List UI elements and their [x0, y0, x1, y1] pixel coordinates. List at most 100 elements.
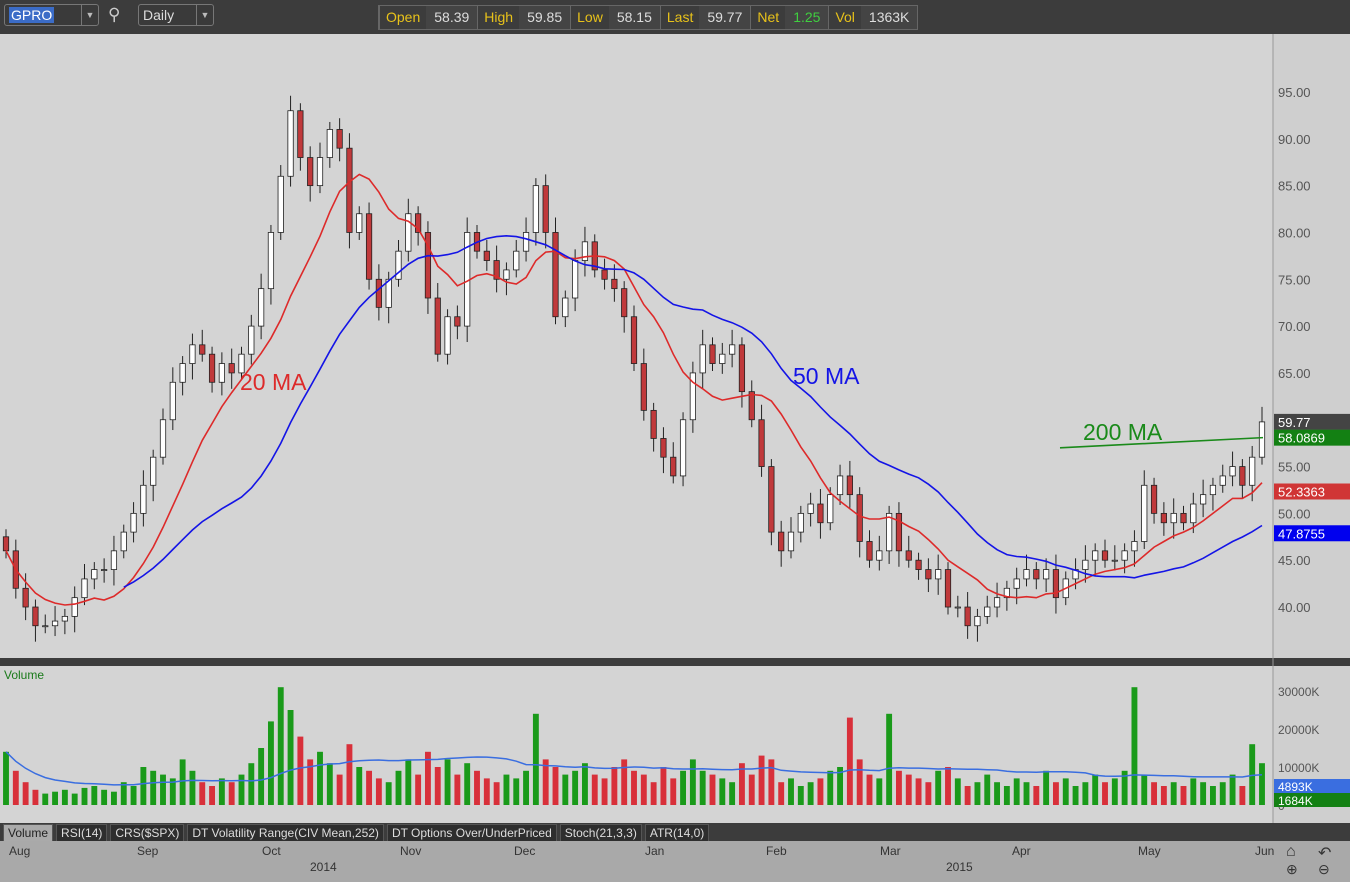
volume-bar — [110, 791, 117, 805]
x-tick-label: Nov — [400, 844, 422, 858]
volume-bar — [356, 767, 363, 805]
volume-bar — [562, 774, 569, 805]
tab-indicator[interactable]: RSI(14) — [56, 824, 108, 842]
y-tick-label: 55.00 — [1278, 460, 1311, 475]
volume-bar — [454, 774, 461, 805]
candle-body — [562, 297, 569, 318]
volume-bar — [1102, 782, 1108, 805]
candle-body — [993, 597, 1001, 608]
volume-bar — [807, 782, 814, 805]
quote-label-high: High — [477, 6, 519, 29]
volume-badge-text: 1684K — [1278, 794, 1313, 808]
candle-body — [660, 438, 667, 458]
volume-bar — [768, 759, 775, 805]
candle-body — [150, 456, 157, 486]
candle-body — [709, 344, 716, 364]
tab-indicator[interactable]: Stoch(21,3,3) — [559, 824, 642, 842]
tab-indicator[interactable]: DT Volatility Range(CIV Mean,252) — [187, 824, 384, 842]
candle-body — [640, 363, 647, 411]
quote-value-open: 58.39 — [426, 6, 478, 29]
zoom-in-icon[interactable]: ⊕ — [1286, 861, 1298, 878]
volume-bar — [591, 774, 598, 805]
y-tick-label: 45.00 — [1278, 553, 1311, 568]
candle-body — [91, 569, 98, 580]
volume-tick-label: 10000K — [1278, 761, 1319, 775]
volume-bar — [670, 778, 677, 805]
volume-bar — [179, 759, 186, 805]
volume-bar — [277, 687, 284, 805]
candle-body — [110, 550, 118, 570]
candle-body — [169, 381, 176, 421]
candle-body — [797, 512, 804, 533]
candle-body — [944, 569, 952, 608]
volume-bar — [228, 782, 235, 805]
volume-bar — [1023, 782, 1030, 805]
home-icon[interactable]: ⌂ — [1286, 843, 1296, 861]
chevron-down-icon[interactable]: ▼ — [81, 5, 98, 25]
undo-icon[interactable]: ↶ — [1318, 843, 1331, 863]
candle — [365, 202, 373, 290]
candle-body — [1150, 484, 1158, 514]
volume-bar — [1062, 778, 1069, 805]
x-axis: ⌂ ↶ ⊕ ⊖ Aug Sep Oct Nov Dec Jan Feb Mar Apr May Ju… — [0, 841, 1350, 882]
chevron-down-icon[interactable]: ▼ — [196, 5, 213, 25]
candle-body — [130, 512, 137, 533]
volume-bar — [1209, 786, 1216, 805]
volume-bar — [71, 793, 78, 805]
volume-bar — [817, 778, 824, 805]
volume-bar — [297, 736, 304, 805]
candle-body — [748, 391, 755, 421]
volume-bar — [994, 782, 1001, 805]
volume-bar — [601, 778, 608, 805]
candle-body — [179, 363, 186, 383]
search-icon[interactable]: ⚲ — [108, 5, 120, 25]
tab-indicator[interactable]: DT Options Over/UnderPriced — [386, 824, 557, 842]
volume-bar — [905, 774, 912, 805]
volume-bar — [503, 774, 510, 805]
volume-bar — [336, 774, 343, 805]
volume-bar — [935, 770, 942, 805]
indicator-tabs: Volume RSI(14) CRS($SPX) DT Volatility Rang… — [0, 823, 1283, 842]
candle-body — [2, 536, 10, 552]
volume-bar — [895, 770, 902, 805]
x-tick-label: Dec — [514, 844, 536, 858]
candle-body — [935, 569, 942, 580]
candle-body — [287, 110, 294, 177]
volume-bar — [248, 763, 255, 805]
candle-body — [199, 344, 206, 355]
candle-body — [405, 213, 412, 252]
volume-badge-text: 4893K — [1278, 780, 1313, 794]
volume-bar — [1239, 786, 1246, 805]
volume-bar — [621, 759, 628, 805]
volume-bar — [680, 770, 687, 805]
candle-body — [1101, 550, 1109, 561]
candle-body — [925, 569, 932, 580]
volume-bar — [140, 767, 147, 805]
zoom-out-icon[interactable]: ⊖ — [1318, 861, 1330, 878]
symbol-select[interactable]: GPRO ▼ — [4, 4, 99, 26]
x-tick-label: Jan — [645, 844, 665, 858]
candle-body — [572, 260, 579, 299]
volume-bar — [1219, 782, 1226, 805]
candle-body — [699, 344, 706, 374]
quote-bar: Open 58.39 High 59.85 Low 58.15 Last 59.77 Net 1.… — [378, 5, 919, 30]
quote-value-high: 59.85 — [519, 6, 571, 29]
candle-body — [51, 620, 59, 627]
candle-body — [356, 213, 363, 233]
volume-bar — [346, 744, 353, 805]
ma200-label: 200 MA — [1083, 419, 1163, 445]
interval-select[interactable]: Daily ▼ — [138, 4, 214, 26]
y-tick-label: 80.00 — [1278, 225, 1311, 240]
x-tick-label: Sep — [137, 844, 159, 858]
candle-body — [1121, 550, 1128, 561]
price-chart[interactable]: 95.0090.0085.0080.0075.0070.0065.0060.00… — [0, 34, 1350, 823]
quote-label-last: Last — [659, 6, 699, 29]
volume-bar — [572, 770, 579, 805]
tab-indicator[interactable]: Volume — [3, 824, 54, 842]
candle-body — [101, 569, 108, 571]
x-tick-label: Jun — [1255, 844, 1275, 858]
volume-bar — [385, 782, 392, 805]
tab-indicator[interactable]: ATR(14,0) — [644, 824, 710, 842]
tab-indicator[interactable]: CRS($SPX) — [110, 824, 185, 842]
candle-body — [895, 512, 903, 552]
